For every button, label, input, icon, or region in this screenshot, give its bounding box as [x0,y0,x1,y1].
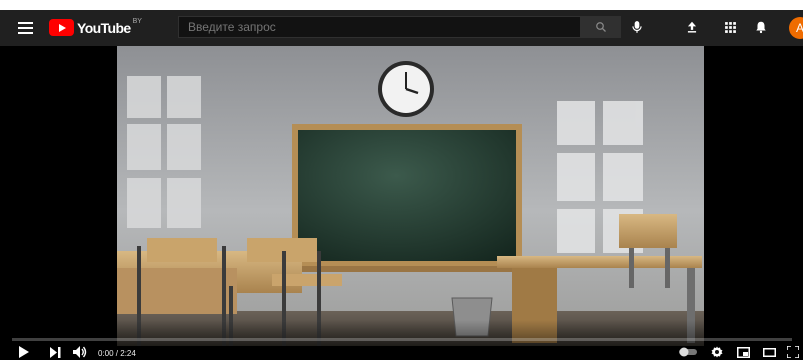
avatar[interactable]: A [789,17,803,39]
youtube-logo[interactable]: YouTube BY [49,18,142,36]
fullscreen-icon [787,346,799,358]
bell-icon [756,21,766,34]
voice-search-button[interactable] [627,17,647,37]
apps-button[interactable] [720,17,740,37]
skip-next-icon [49,346,60,358]
theater-mode-icon [762,347,776,357]
play-button[interactable] [16,345,30,359]
search-icon [596,22,606,32]
masthead: YouTube BY A [0,10,803,46]
youtube-play-icon [49,19,74,36]
upload-icon [687,21,697,33]
autoplay-toggle[interactable] [678,345,698,359]
time-display: 0:00 / 2:24 [98,349,136,358]
microphone-icon [632,21,642,33]
video-frame-classroom [117,46,704,346]
upload-button[interactable] [682,17,702,37]
apps-grid-icon [724,21,736,33]
miniplayer-icon [736,346,750,358]
notifications-button[interactable] [751,17,771,37]
video-player[interactable]: 0:00 / 2:24 [0,46,803,360]
search-button[interactable] [581,16,621,38]
search-input[interactable] [178,16,581,38]
menu-icon[interactable] [16,18,36,38]
next-button[interactable] [48,345,62,359]
progress-bar[interactable] [12,338,792,341]
gear-icon [711,346,723,358]
autoplay-toggle-icon [679,347,697,357]
settings-button[interactable] [710,345,724,359]
volume-icon [73,346,87,358]
logo-text: YouTube [77,19,131,36]
miniplayer-button[interactable] [736,345,750,359]
fullscreen-button[interactable] [786,345,800,359]
play-icon [18,346,29,358]
volume-button[interactable] [72,345,88,359]
theater-mode-button[interactable] [762,345,776,359]
country-code: BY [132,18,142,25]
